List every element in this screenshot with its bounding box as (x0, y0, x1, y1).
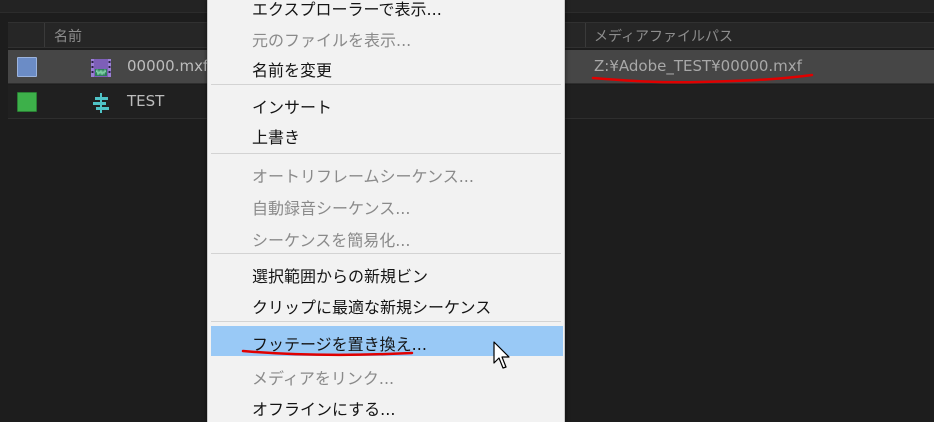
menu-item-reveal-source-file: 元のファイルを表示... (252, 31, 412, 50)
menu-item-show-in-explorer[interactable]: エクスプローラーで表示... (208, 0, 564, 21)
menu-item-overwrite[interactable]: 上書き (208, 119, 564, 149)
sequence-icon (93, 93, 109, 113)
media-path-value: Z:¥Adobe_TEST¥00000.mxf (594, 57, 802, 75)
menu-item-new-bin-from-selection[interactable]: 選択範囲からの新規ビン (208, 258, 564, 288)
menu-item-new-sequence-from-clip[interactable]: クリップに最適な新規シーケンス (208, 289, 564, 319)
sequence-name[interactable]: TEST (127, 92, 164, 110)
label-color-swatch[interactable] (17, 92, 37, 112)
column-separator[interactable] (585, 23, 586, 47)
menu-separator (211, 84, 561, 85)
menu-item-auto-record-sequence: 自動録音シーケンス... (252, 199, 411, 218)
menu-item-rename[interactable]: 名前を変更 (208, 52, 564, 82)
menu-item-make-offline[interactable]: オフラインにする... (208, 391, 564, 421)
clip-name[interactable]: 00000.mxf (127, 57, 208, 75)
mouse-pointer-icon (493, 341, 510, 369)
video-clip-icon (91, 59, 111, 77)
menu-item-simplify-sequence: シーケンスを簡易化... (252, 231, 411, 250)
column-header-media-path[interactable]: メディアファイルパス (594, 26, 733, 46)
menu-separator (211, 153, 561, 154)
column-separator[interactable] (44, 23, 45, 47)
menu-item-auto-reframe-sequence: オートリフレームシーケンス... (252, 167, 474, 186)
menu-separator (211, 253, 561, 254)
label-color-swatch[interactable] (17, 57, 37, 77)
menu-separator (211, 321, 561, 322)
menu-item-insert[interactable]: インサート (208, 89, 564, 119)
column-header-name[interactable]: 名前 (54, 26, 82, 46)
